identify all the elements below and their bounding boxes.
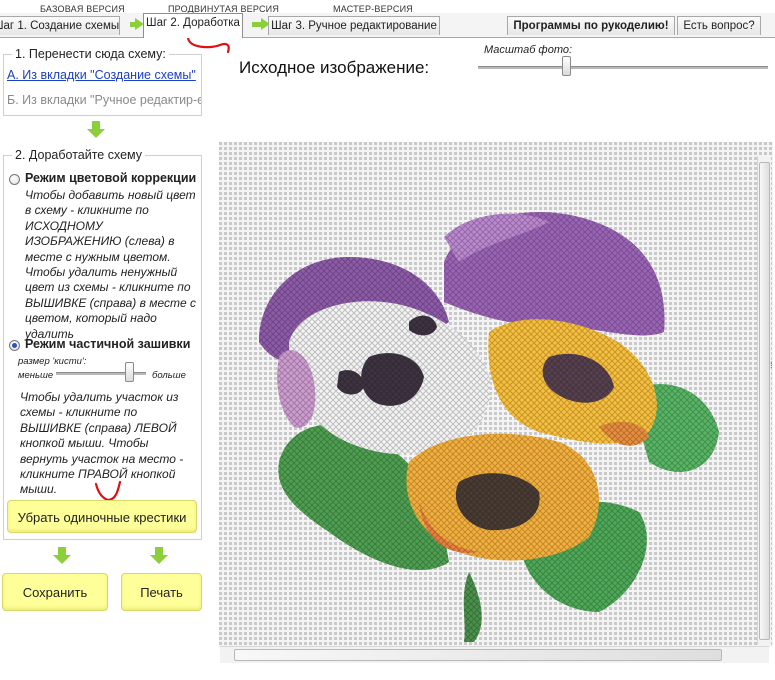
mode-color-correction-radio[interactable] — [9, 174, 20, 185]
arrow-down-icon — [53, 547, 71, 565]
brush-size-more-label: больше — [152, 370, 186, 381]
question-button-label: Есть вопрос? — [683, 20, 755, 32]
brush-size-label: размер 'кисти': — [18, 356, 87, 367]
tab-label: Шаг 1. Создание схемы — [0, 20, 120, 32]
embroidery-image[interactable] — [219, 142, 773, 647]
zoom-slider[interactable] — [478, 66, 768, 69]
mode-color-correction-label[interactable]: Режим цветовой коррекции — [25, 171, 201, 185]
transfer-panel-legend: 1. Перенести сюда схему: — [12, 47, 169, 61]
tab-manual-edit[interactable]: Шаг 3. Ручное редактирование — [268, 16, 440, 35]
preview-vertical-scrollbar[interactable] — [757, 156, 771, 645]
zoom-label: Масштаб фото: — [484, 44, 573, 56]
tab-create-scheme[interactable]: Шаг 1. Создание схемы — [0, 16, 120, 35]
splitter-handle-icon[interactable]: ⁞ — [770, 360, 773, 370]
tab-label: Шаг 2. Доработка — [146, 17, 240, 29]
mode-partial-fill-radio[interactable] — [9, 340, 20, 351]
tab-refine[interactable]: Шаг 2. Доработка — [143, 13, 243, 38]
zoom-slider-thumb[interactable] — [562, 56, 572, 76]
programs-button[interactable]: Программы по рукоделию! — [507, 16, 675, 35]
mode-color-correction-help: Чтобы добавить новый цвет в схему - клик… — [25, 188, 196, 341]
embroidery-preview[interactable] — [219, 142, 773, 647]
brush-size-less-label: меньше — [18, 370, 54, 381]
mode-partial-fill-label[interactable]: Режим частичной зашивки — [25, 337, 201, 351]
transfer-from-manual-option[interactable]: Б. Из вкладки "Ручное редактир-е" — [7, 93, 201, 107]
horizontal-scroll-thumb[interactable] — [234, 649, 722, 661]
preview-horizontal-scrollbar[interactable] — [220, 646, 769, 663]
print-button[interactable]: Печать — [121, 573, 202, 611]
question-button[interactable]: Есть вопрос? — [677, 16, 761, 35]
arrow-down-icon — [150, 547, 168, 565]
arrow-down-icon — [87, 121, 105, 139]
refine-panel-legend: 2. Доработайте схему — [12, 148, 146, 162]
tab-bar: Шаг 1. Создание схемы Шаг 2. Доработка Ш… — [0, 13, 775, 38]
remove-single-crosses-button[interactable]: Убрать одиночные крестики — [7, 500, 197, 533]
brush-size-slider-thumb[interactable] — [124, 362, 134, 382]
save-button[interactable]: Сохранить — [2, 573, 108, 611]
transfer-from-create-link[interactable]: А. Из вкладки "Создание схемы" — [7, 68, 196, 82]
tab-label: Шаг 3. Ручное редактирование — [271, 20, 437, 32]
source-image-title: Исходное изображение: — [239, 58, 430, 77]
vertical-scroll-thumb[interactable] — [759, 162, 770, 640]
programs-button-label: Программы по рукоделию! — [513, 20, 669, 32]
